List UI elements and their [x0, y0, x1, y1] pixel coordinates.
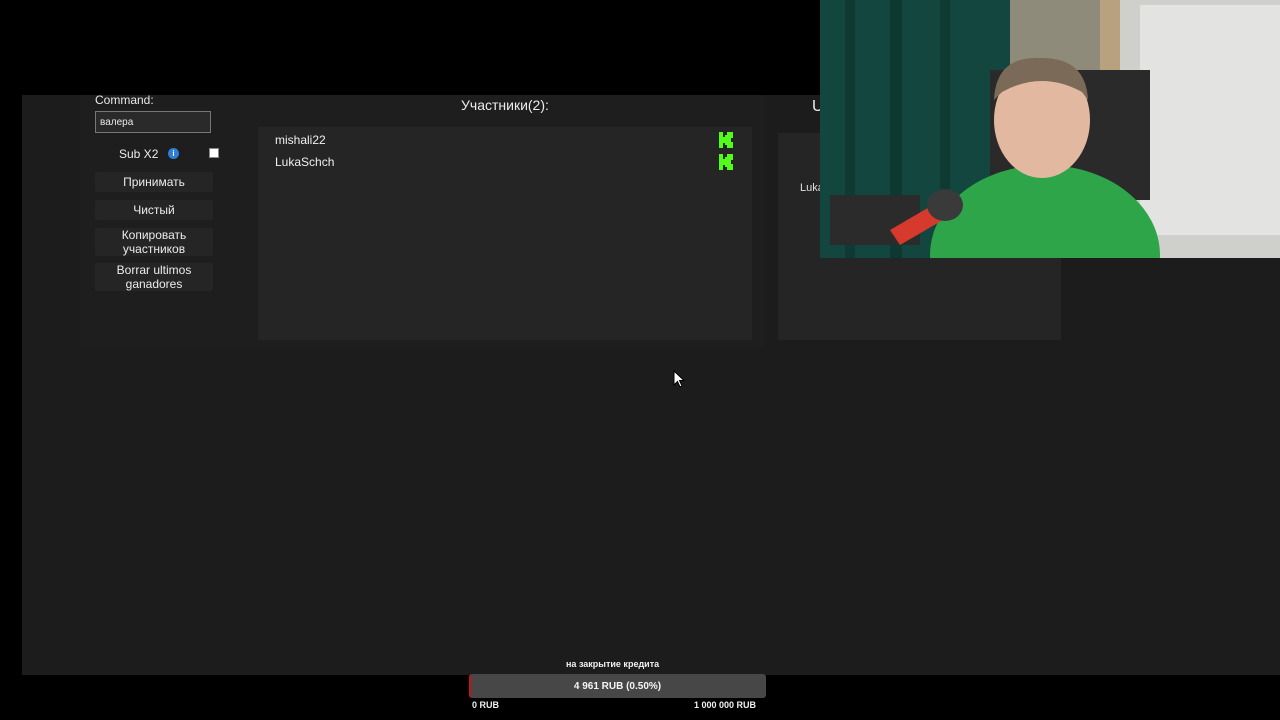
webcam-overlay [820, 0, 1280, 258]
credit-max-label: 1 000 000 RUB [694, 700, 757, 710]
clear-last-winners-button[interactable]: Borrar ultimos ganadores [95, 263, 213, 291]
copy-participants-button[interactable]: Копировать участников [95, 228, 213, 256]
command-input[interactable] [95, 111, 211, 133]
credit-label: на закрытие кредита [566, 659, 660, 669]
command-label: Command: [95, 93, 154, 107]
clear-button[interactable]: Чистый [95, 200, 213, 220]
accept-button[interactable]: Принимать [95, 172, 213, 192]
mouse-cursor-icon [673, 370, 685, 388]
kick-icon [719, 154, 733, 170]
participants-list: mishali22 LukaSchch [258, 127, 752, 340]
participant-name: mishali22 [275, 133, 326, 147]
credit-progress-bar: 4 961 RUB (0.50%) [469, 674, 766, 698]
info-icon[interactable]: i [168, 148, 179, 159]
kick-icon [719, 132, 733, 148]
credit-min-label: 0 RUB [472, 700, 500, 710]
participants-title: Участники(2): [461, 97, 549, 113]
participant-name: LukaSchch [275, 155, 335, 169]
sub-x2-checkbox[interactable] [209, 148, 219, 158]
credit-value: 4 961 RUB (0.50%) [573, 680, 662, 692]
sub-x2-label: Sub X2 [119, 147, 159, 161]
